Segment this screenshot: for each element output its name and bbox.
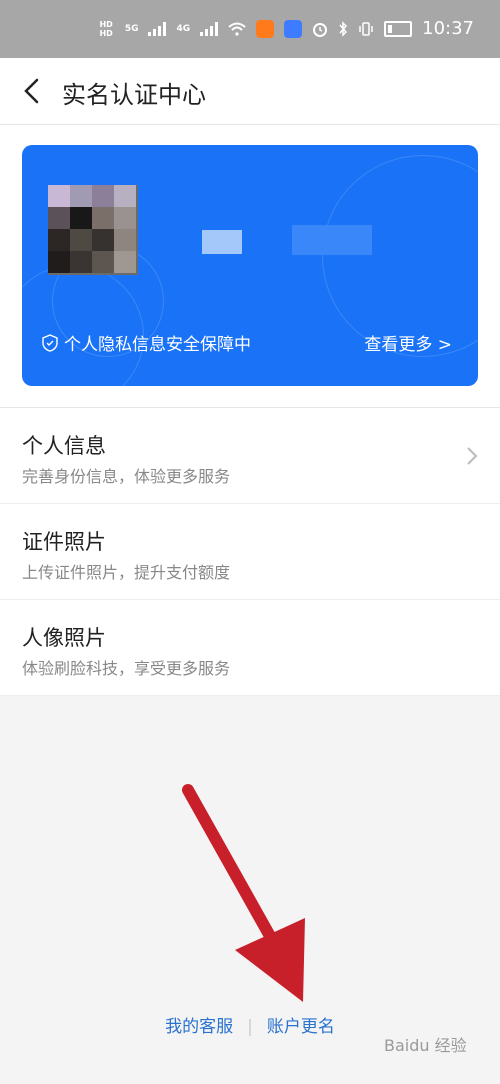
clock-time: 10:37	[422, 18, 474, 39]
privacy-status: 个人隐私信息安全保障中	[42, 330, 251, 355]
hd-badge: HD HD	[99, 19, 113, 38]
vibrate-icon	[359, 21, 373, 36]
list-item-portrait-photo[interactable]: 人像照片 体验刷脸科技，享受更多服务	[0, 600, 500, 696]
signal-icon-2	[200, 21, 219, 36]
identity-card[interactable]: 个人隐私信息安全保障中 查看更多 >	[22, 145, 478, 386]
wifi-icon	[228, 22, 246, 36]
network-4g-label: 4G	[176, 23, 191, 34]
list-item-title: 人像照片	[22, 626, 106, 650]
avatar	[48, 185, 138, 275]
account-rename-link[interactable]: 账户更名	[267, 1017, 335, 1037]
list-item-title: 证件照片	[22, 530, 106, 554]
battery-icon	[384, 20, 413, 37]
back-arrow-icon[interactable]	[18, 76, 48, 106]
list-item-subtitle: 体验刷脸科技，享受更多服务	[22, 659, 231, 678]
list-item-subtitle: 上传证件照片，提升支付额度	[22, 563, 231, 582]
name-pixelated-2	[292, 225, 372, 255]
network-5g-label: 5G	[124, 23, 139, 34]
page-title: 实名认证中心	[62, 81, 206, 109]
chevron-right-icon	[467, 447, 478, 465]
view-more-link[interactable]: 查看更多 >	[364, 330, 452, 355]
privacy-text: 个人隐私信息安全保障中	[64, 335, 251, 355]
main-content: 个人隐私信息安全保障中 查看更多 > 个人信息 完善身份信息，体验更多服务 证件…	[0, 125, 500, 696]
alarm-icon	[313, 22, 328, 37]
signal-icon	[148, 21, 167, 36]
weibo-app-icon	[256, 19, 275, 38]
list-item-id-photo[interactable]: 证件照片 上传证件照片，提升支付额度	[0, 504, 500, 600]
status-bar: HD HD 5G 4G 10:37	[0, 0, 500, 58]
list-item-personal-info[interactable]: 个人信息 完善身份信息，体验更多服务	[0, 408, 500, 504]
list-item-title: 个人信息	[22, 434, 106, 458]
app-notification-icon	[284, 19, 303, 38]
status-icons: HD HD 5G 4G 10:37	[99, 18, 474, 39]
shield-icon	[42, 333, 58, 352]
bluetooth-icon	[339, 20, 348, 37]
footer-divider: |	[247, 1017, 253, 1037]
list-item-subtitle: 完善身份信息，体验更多服务	[22, 467, 231, 486]
decorative-ring	[322, 155, 478, 357]
customer-service-link[interactable]: 我的客服	[165, 1017, 233, 1037]
page-header: 实名认证中心	[0, 58, 500, 125]
baidu-watermark: Baidu 经验	[384, 1036, 467, 1055]
name-pixelated	[202, 230, 242, 254]
